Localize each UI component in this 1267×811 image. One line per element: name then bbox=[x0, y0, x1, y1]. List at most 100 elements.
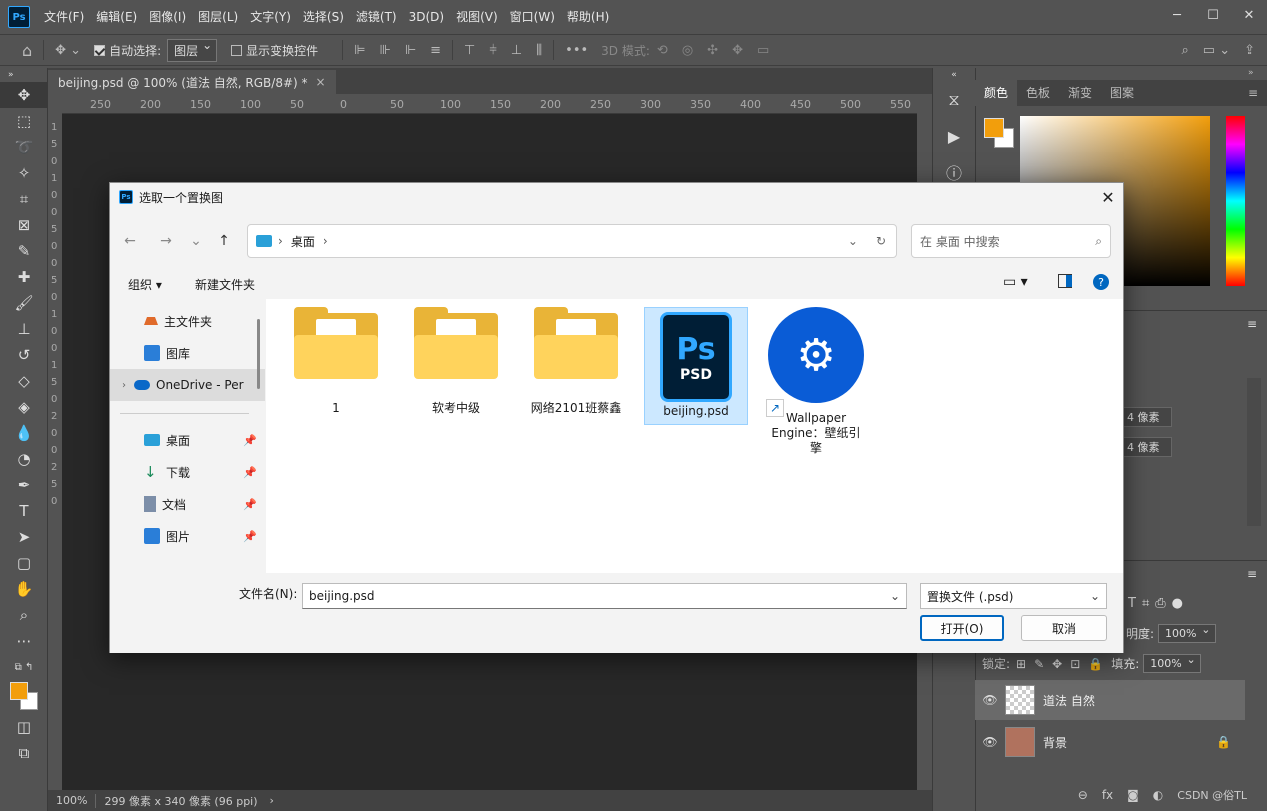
menu-select[interactable]: 选择(S) bbox=[297, 0, 350, 34]
file-item-folder[interactable]: 软考中级 bbox=[404, 307, 508, 425]
preview-pane-icon[interactable] bbox=[1058, 274, 1072, 288]
auto-select-checkbox[interactable]: 自动选择: bbox=[94, 42, 161, 59]
eye-icon[interactable]: 👁 bbox=[975, 693, 1005, 707]
crop-tool-icon[interactable]: ⌗ bbox=[0, 186, 48, 212]
layer-row[interactable]: 👁 道法 自然 bbox=[975, 680, 1245, 720]
pen-tool-icon[interactable]: ✒ bbox=[0, 472, 48, 498]
filename-input[interactable]: beijing.psd ⌄ bbox=[302, 583, 907, 609]
status-menu-arrow[interactable]: › bbox=[270, 794, 274, 807]
actions-play-icon[interactable]: ▶ bbox=[933, 118, 975, 154]
home-icon[interactable]: ⌂ bbox=[22, 41, 32, 60]
maximize-button[interactable]: ☐ bbox=[1195, 0, 1231, 30]
3d-orbit-icon[interactable]: ⟲ bbox=[657, 43, 668, 58]
collapse-icon[interactable]: » bbox=[0, 68, 48, 82]
address-bar[interactable]: › 桌面 › ⌄ ↻ bbox=[247, 224, 897, 258]
paint-bucket-tool-icon[interactable]: ◈ bbox=[0, 394, 48, 420]
pin-icon[interactable]: 📌 bbox=[243, 530, 257, 543]
add-mask-icon[interactable]: ◙ bbox=[1127, 788, 1139, 802]
file-item-shortcut[interactable]: ⚙ ↗ Wallpaper Engine：壁纸引擎 bbox=[764, 307, 868, 457]
up-arrow-icon[interactable]: ↑ bbox=[214, 231, 234, 251]
tab-color[interactable]: 颜色 bbox=[975, 80, 1018, 106]
distribute-v-icon[interactable]: ≡ bbox=[430, 43, 441, 58]
zoom-tool-icon[interactable]: ⌕ bbox=[0, 602, 48, 628]
adjustment-icon[interactable]: ◐ bbox=[1153, 788, 1163, 802]
link-layers-icon[interactable]: ⊖ bbox=[1078, 788, 1088, 802]
align-top-icon[interactable]: ⊤ bbox=[464, 43, 475, 58]
quick-mask-icon[interactable]: ◫ bbox=[0, 714, 48, 740]
show-transform-checkbox[interactable]: 显示变换控件 bbox=[231, 42, 318, 59]
history-brush-tool-icon[interactable]: ↺ bbox=[0, 342, 48, 368]
new-folder-button[interactable]: 新建文件夹 bbox=[195, 276, 255, 293]
workspace-icon[interactable]: ▭ ⌄ bbox=[1203, 43, 1230, 58]
3d-camera-icon[interactable]: ▭ bbox=[757, 43, 769, 58]
layer-name[interactable]: 背景 bbox=[1043, 734, 1067, 751]
shape-tool-icon[interactable]: ▢ bbox=[0, 550, 48, 576]
tab-swatches[interactable]: 色板 bbox=[1017, 80, 1059, 106]
height-field[interactable]: 4 像素 bbox=[1120, 437, 1172, 457]
sidebar-item-pictures[interactable]: 图片 📌 bbox=[110, 520, 265, 552]
collapse-icon[interactable]: « bbox=[933, 68, 975, 82]
pin-icon[interactable]: 📌 bbox=[243, 498, 257, 511]
align-bottom-icon[interactable]: ⊥ bbox=[511, 43, 522, 58]
open-button[interactable]: 打开(O) bbox=[920, 615, 1004, 641]
pin-icon[interactable]: 📌 bbox=[243, 466, 257, 479]
move-tool-icon[interactable]: ✥ bbox=[0, 82, 48, 108]
dodge-tool-icon[interactable]: ◔ bbox=[0, 446, 48, 472]
layer-row[interactable]: 👁 背景 🔒 bbox=[975, 722, 1245, 762]
hue-slider[interactable] bbox=[1226, 116, 1245, 286]
foreground-color-swatch[interactable] bbox=[10, 682, 28, 700]
address-dropdown-icon[interactable]: ⌄ bbox=[848, 234, 858, 248]
distribute-h-icon[interactable]: ⫼ bbox=[536, 43, 542, 58]
dialog-close-button[interactable]: ✕ bbox=[1093, 183, 1123, 211]
menu-type[interactable]: 文字(Y) bbox=[244, 0, 297, 34]
menu-file[interactable]: 文件(F) bbox=[38, 0, 90, 34]
sidebar-item-home[interactable]: 主文件夹 bbox=[110, 305, 265, 337]
3d-roll-icon[interactable]: ◎ bbox=[682, 43, 693, 58]
close-window-button[interactable]: ✕ bbox=[1231, 0, 1267, 30]
minimize-button[interactable]: ─ bbox=[1159, 0, 1195, 30]
menu-3d[interactable]: 3D(D) bbox=[403, 0, 450, 34]
more-tools-icon[interactable]: ⋯ bbox=[0, 628, 48, 654]
properties-scrollbar[interactable] bbox=[1247, 378, 1261, 526]
hand-tool-icon[interactable]: ✋ bbox=[0, 576, 48, 602]
type-tool-icon[interactable]: T bbox=[0, 498, 48, 524]
menu-image[interactable]: 图像(I) bbox=[143, 0, 192, 34]
magic-wand-tool-icon[interactable]: ✧ bbox=[0, 160, 48, 186]
panel-menu-icon[interactable]: ≡ bbox=[1239, 80, 1267, 106]
more-options-button[interactable]: ••• bbox=[565, 43, 588, 58]
sidebar-item-onedrive[interactable]: › OneDrive - Per bbox=[110, 369, 265, 401]
width-field[interactable]: 4 像素 bbox=[1120, 407, 1172, 427]
breadcrumb-separator[interactable]: › bbox=[323, 234, 328, 248]
help-button[interactable]: ? bbox=[1093, 274, 1109, 290]
menu-layer[interactable]: 图层(L) bbox=[192, 0, 244, 34]
sidebar-item-downloads[interactable]: ↓ 下载 📌 bbox=[110, 456, 265, 488]
history-panel-icon[interactable]: ⧖ bbox=[933, 82, 975, 118]
stamp-tool-icon[interactable]: ⊥ bbox=[0, 316, 48, 342]
brush-tool-icon[interactable]: 🖌 bbox=[0, 290, 48, 316]
marquee-tool-icon[interactable]: ⬚ bbox=[0, 108, 48, 134]
back-arrow-icon[interactable]: ← bbox=[120, 231, 140, 251]
layer-name[interactable]: 道法 自然 bbox=[1043, 692, 1095, 709]
sidebar-scrollbar[interactable] bbox=[257, 319, 260, 389]
breadcrumb-desktop[interactable]: 桌面 bbox=[291, 233, 315, 250]
checkbox-checked-icon[interactable] bbox=[94, 44, 106, 56]
lasso-tool-icon[interactable]: ➰ bbox=[0, 134, 48, 160]
tab-patterns[interactable]: 图案 bbox=[1101, 80, 1143, 106]
align-right-icon[interactable]: ⊩ bbox=[405, 43, 416, 58]
menu-window[interactable]: 窗口(W) bbox=[504, 0, 561, 34]
panel-menu-icon[interactable]: ≡ bbox=[1247, 567, 1257, 581]
menu-edit[interactable]: 编辑(E) bbox=[90, 0, 143, 34]
sidebar-item-desktop[interactable]: 桌面 📌 bbox=[110, 424, 265, 456]
sidebar-item-gallery[interactable]: 图库 bbox=[110, 337, 265, 369]
align-vcenter-icon[interactable]: ⫩ bbox=[489, 43, 496, 58]
pin-icon[interactable]: 📌 bbox=[243, 434, 257, 447]
expand-icon[interactable]: » bbox=[1248, 68, 1254, 78]
healing-brush-tool-icon[interactable]: ✚ bbox=[0, 264, 48, 290]
align-hcenter-icon[interactable]: ⊪ bbox=[379, 43, 390, 58]
layer-filter-icons[interactable]: T⌗⎙● bbox=[1128, 596, 1189, 611]
document-tab[interactable]: beijing.psd @ 100% (道法 自然, RGB/8#) * × bbox=[48, 70, 336, 94]
menu-filter[interactable]: 滤镜(T) bbox=[350, 0, 403, 34]
expand-chevron-icon[interactable]: › bbox=[122, 380, 126, 391]
tab-gradients[interactable]: 渐变 bbox=[1059, 80, 1101, 106]
filetype-select[interactable]: 置换文件 (.psd) ⌄ bbox=[920, 583, 1107, 609]
